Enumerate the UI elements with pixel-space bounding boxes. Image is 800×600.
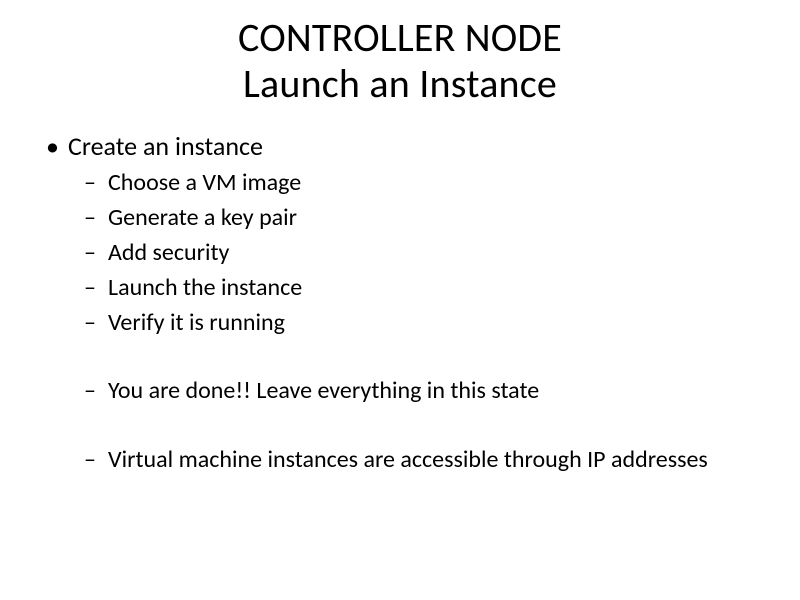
bullet-list: Create an instance Choose a VM image Gen… (40, 129, 760, 477)
dash-list: Choose a VM image Generate a key pair Ad… (68, 166, 760, 477)
slide-title: CONTROLLER NODE Launch an Instance (40, 15, 760, 107)
dash-item: Generate a key pair (108, 201, 760, 235)
title-line-2: Launch an Instance (120, 61, 680, 107)
dash-item: Virtual machine instances are accessible… (108, 443, 760, 477)
dash-item: Launch the instance (108, 271, 760, 305)
dash-item: Add security (108, 236, 760, 270)
dash-item: Choose a VM image (108, 166, 760, 200)
bullet-label: Create an instance (68, 130, 263, 162)
title-line-1: CONTROLLER NODE (120, 15, 680, 61)
dash-item: Verify it is running (108, 306, 760, 340)
bullet-item: Create an instance Choose a VM image Gen… (68, 129, 760, 477)
dash-item: You are done!! Leave everything in this … (108, 374, 760, 408)
